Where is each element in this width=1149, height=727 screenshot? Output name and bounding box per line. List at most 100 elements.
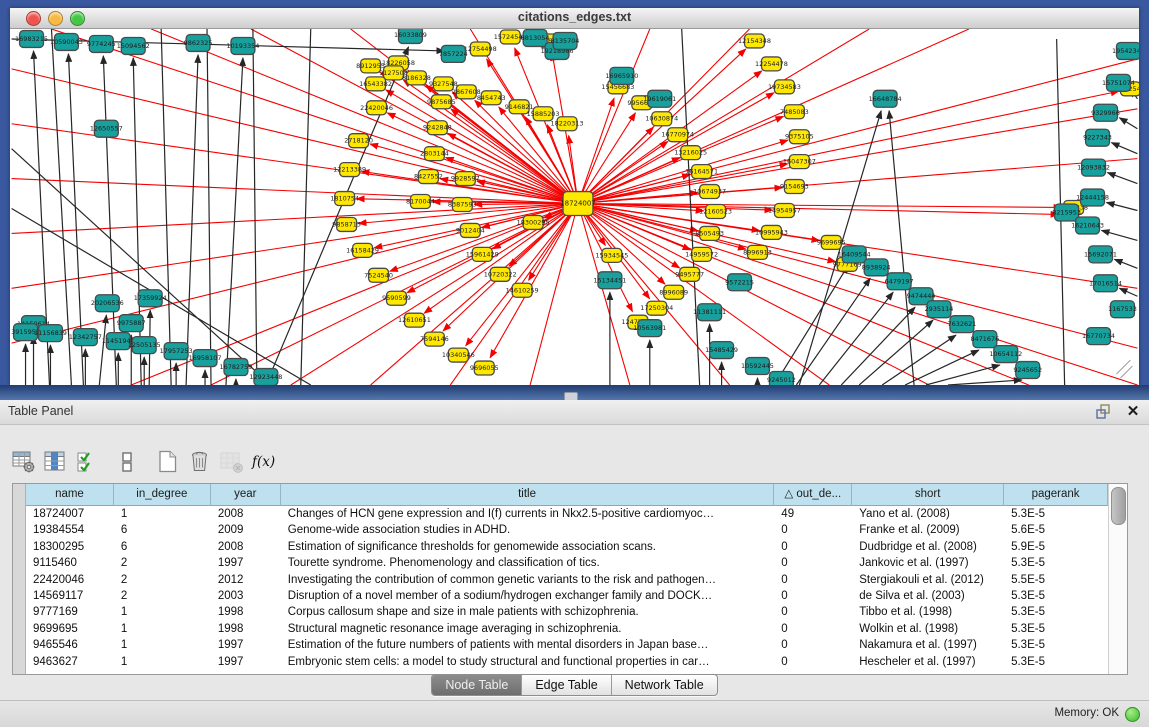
graph-node[interactable]: 8938924 [862,259,891,276]
column-header[interactable]: short [852,484,1004,506]
graph-node[interactable]: 9862325 [184,34,213,51]
graph-node[interactable]: 10995943 [755,225,788,239]
table-row[interactable]: 911546021997Tourette syndrome. Phenomeno… [26,555,1108,571]
graph-node[interactable]: 12154348 [738,34,771,48]
graph-node[interactable]: 16047307 [783,155,816,169]
graph-node[interactable]: 16033809 [394,29,427,43]
graph-node[interactable]: 8135704 [551,32,580,49]
graph-node[interactable]: 12254478 [755,57,788,71]
graph-node[interactable]: 15094562 [117,37,150,54]
graph-node[interactable]: 16782759 [219,359,252,376]
graph-node[interactable]: 9329966 [1091,104,1120,121]
graph-node[interactable]: 7594146 [420,332,449,346]
graph-node[interactable]: 9928597 [451,172,480,186]
scrollbar-thumb[interactable] [1111,487,1126,525]
show-columns-icon[interactable] [42,448,69,475]
graph-node[interactable]: 16164571 [685,165,718,179]
graph-node[interactable]: 9495777 [675,267,704,281]
graph-node[interactable]: 16543382 [359,77,392,91]
graph-node[interactable]: 10720322 [484,267,517,281]
graph-node[interactable]: 12754498 [464,42,497,56]
graph-node[interactable]: 7524540 [364,268,393,282]
graph-node[interactable]: 10592445 [741,358,774,375]
graph-node[interactable]: 10654112 [989,346,1022,363]
table-row[interactable]: 969969511998Structural magnetic resonanc… [26,621,1108,637]
graph-node[interactable]: 16210643 [1071,217,1104,234]
vertical-scrollbar[interactable] [1108,484,1127,674]
graph-node[interactable]: 19734583 [768,80,801,94]
graph-node[interactable]: 8186328 [402,71,431,85]
graph-node[interactable]: 8387593 [448,198,477,212]
graph-node[interactable]: 8996089 [659,285,688,299]
graph-node[interactable]: 9590599 [382,291,411,305]
close-panel-icon[interactable]: ✕ [1123,402,1143,422]
graph-node[interactable]: 7632621 [948,316,977,333]
graph-node[interactable]: 18220313 [551,117,584,131]
graph-node[interactable]: 1167533 [1108,301,1137,318]
graph-node[interactable]: 8471676 [970,331,999,348]
graph-node[interactable]: 9699695 [817,235,846,249]
table-row[interactable]: 2242004622012Investigating the contribut… [26,572,1108,588]
graph-node[interactable]: 15751074 [1102,74,1135,91]
graph-node[interactable]: 7857224 [439,45,468,62]
graph-node[interactable]: 12213389 [333,163,366,177]
tab-network-table[interactable]: Network Table [612,675,717,695]
graph-node[interactable]: 14959572 [685,247,718,261]
graph-node[interactable]: 6479197 [885,273,914,290]
network-canvas[interactable]: 1822605889129559127508165433828186328932… [10,29,1139,385]
graph-node[interactable]: 10340546 [442,348,475,362]
table-row[interactable]: 946554611997Estimation of the future num… [26,637,1108,653]
graph-node[interactable]: 8454743 [477,91,506,105]
graph-node[interactable]: 9858715 [332,217,361,231]
graph-node[interactable]: 12342757 [69,329,102,346]
graph-node[interactable]: 9696055 [470,361,499,375]
graph-node[interactable]: 16983215 [15,30,48,47]
delete-table-icon[interactable] [218,448,245,475]
table-row[interactable]: 1938455462009Genome-wide association stu… [26,522,1108,538]
column-header[interactable]: year [211,484,281,506]
graph-node[interactable]: 12650557 [90,120,123,137]
graph-node[interactable]: 12160523 [699,205,732,219]
graph-node[interactable]: 14610259 [506,283,539,297]
graph-node[interactable]: 9875685 [427,95,456,109]
column-header[interactable]: name [26,484,114,506]
table-mode-icon[interactable] [10,448,37,475]
graph-node[interactable]: 9245652 [1013,362,1042,379]
graph-node[interactable]: 10193354 [226,37,259,54]
graph-node[interactable]: 8505493 [695,226,724,240]
graph-node[interactable]: 8170044 [406,195,435,209]
graph-node[interactable]: 16158429 [346,243,379,257]
network-window-titlebar[interactable]: citations_edges.txt [10,8,1139,29]
tab-edge-table[interactable]: Edge Table [522,675,611,695]
memory-status-indicator[interactable] [1125,707,1140,722]
graph-node[interactable]: 1810754 [330,192,359,206]
graph-node[interactable]: 10630874 [645,112,678,126]
graph-node[interactable]: 10590043 [50,33,83,50]
graph-node[interactable]: 11381111 [693,304,726,321]
graph-node[interactable]: 15692071 [1084,246,1117,263]
function-builder-icon[interactable]: f(x) [250,448,277,475]
graph-node[interactable]: 12610651 [398,313,431,327]
graph-node[interactable]: 7485083 [780,105,809,119]
graph-node[interactable]: 9242848 [423,121,452,135]
graph-node[interactable]: 20206536 [91,295,124,312]
graph-node[interactable]: 12923448 [249,369,282,385]
unselect-all-columns-icon[interactable] [114,448,141,475]
graph-node[interactable]: 14954957 [768,204,801,218]
graph-node[interactable]: 9774245 [87,35,116,52]
graph-node[interactable]: 18724007 [560,192,595,216]
table-row[interactable]: 1872400712008Changes of HCN gene express… [26,506,1108,522]
graph-node[interactable]: 15934545 [595,248,628,262]
graph-node[interactable]: 19542344 [1112,42,1139,59]
graph-node[interactable]: 9245012 [767,372,796,385]
graph-node[interactable]: 8996913 [743,245,772,259]
graph-node[interactable]: 10674937 [693,185,726,199]
select-all-columns-icon[interactable] [74,448,101,475]
graph-node[interactable]: 2803144 [420,147,449,161]
graph-node[interactable]: 12093832 [1077,159,1110,176]
graph-node[interactable]: 12444158 [1076,189,1109,206]
graph-node[interactable]: 16965910 [605,67,638,84]
graph-node[interactable]: 16958107 [189,350,222,367]
graph-node[interactable]: 15485429 [705,342,738,359]
graph-node[interactable]: 2718120 [344,134,373,148]
